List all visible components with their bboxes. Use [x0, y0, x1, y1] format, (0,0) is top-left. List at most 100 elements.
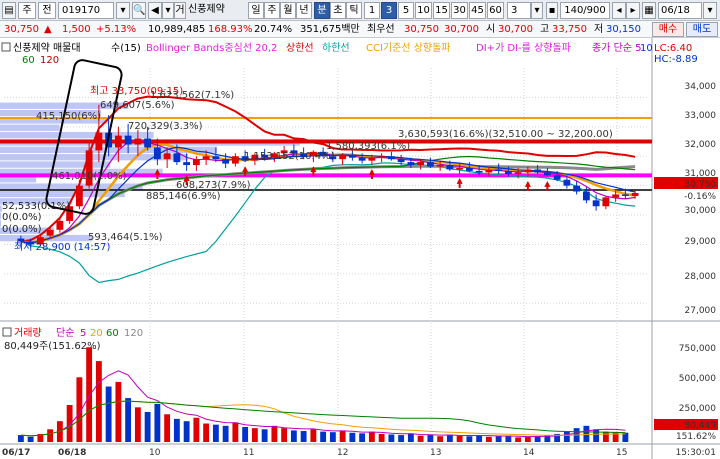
volume-bar — [563, 431, 570, 442]
candle-body — [95, 132, 103, 151]
period-tick-button[interactable]: 틱 — [346, 2, 362, 19]
interval-10-button[interactable]: 10 — [415, 2, 432, 19]
interval-value-input[interactable]: 3 — [507, 2, 531, 19]
interval-30-button[interactable]: 30 — [451, 2, 468, 19]
volume-bar — [27, 436, 34, 442]
calendar-icon[interactable]: ▦ — [642, 2, 656, 19]
volume-legend-title: 거래량 — [14, 327, 42, 339]
stock-chart[interactable]: 신풍제약 매물대 수(15) Bollinger Bands중심선 20,2 상… — [0, 38, 720, 459]
dropdown-arrow-icon[interactable]: ▾ — [116, 2, 130, 19]
volume-ma-line — [20, 400, 626, 437]
volume-bar — [427, 435, 434, 442]
legend-cci: CCI기준선 상향돌파 — [366, 42, 451, 54]
current-volume-pct: 151.62% — [676, 432, 716, 442]
volume-bar — [310, 429, 317, 442]
price-tick: 28,000 — [685, 272, 717, 282]
prev-dropdown-icon[interactable]: ▾ — [162, 2, 174, 19]
volume-bar — [86, 347, 93, 442]
high-label: 고 — [540, 24, 550, 35]
price-tick: 30,000 — [685, 206, 717, 216]
candle-body — [114, 135, 122, 148]
volume-bar — [47, 429, 54, 442]
volume-bar — [329, 432, 336, 442]
date-dropdown-icon[interactable]: ▾ — [703, 2, 717, 19]
high-price: 33,750 — [552, 24, 587, 35]
volume-bar — [232, 422, 239, 442]
interval-1-button[interactable]: 1 — [364, 2, 380, 19]
volume-legend-ma60: 60 — [106, 328, 119, 339]
chart-menu-icon[interactable]: ▤ — [2, 2, 16, 19]
legend-ma120: 120 — [40, 55, 59, 66]
period-year-button[interactable]: 년 — [296, 2, 312, 19]
legend-ma10: 10 — [640, 43, 653, 54]
date-input[interactable]: 06/18 — [658, 2, 702, 19]
current-volume-tag-text: 80,449 — [685, 421, 717, 431]
volume-bar — [437, 436, 444, 442]
period-day-button[interactable]: 일 — [248, 2, 264, 19]
mode-code-button[interactable]: 주 — [18, 2, 36, 19]
volume-tick: 750,000 — [679, 344, 716, 354]
volume-bar — [515, 437, 522, 442]
volume-axis: 750,000 500,000 250,000 80,449 151.62% — [654, 344, 718, 442]
prev-stock-icon[interactable]: ◀ — [148, 2, 162, 19]
candle-body — [397, 159, 405, 163]
interval-dropdown-icon[interactable]: ▾ — [531, 2, 543, 19]
turnover-rate: 20.74% — [254, 24, 293, 35]
data-count-field[interactable]: 140/900 — [560, 2, 610, 19]
candle-body — [183, 162, 191, 166]
time-label: 14 — [523, 448, 535, 458]
interval-60-button[interactable]: 60 — [487, 2, 504, 19]
next-page-icon[interactable]: ▸ — [626, 2, 640, 19]
candle-body — [417, 162, 425, 166]
volume-bar — [17, 435, 24, 442]
legend-upper: 상한선 — [286, 42, 314, 54]
low-label: 저 — [594, 24, 604, 35]
candle-body — [582, 191, 590, 201]
volume-bar — [95, 361, 102, 442]
candle-body — [524, 169, 532, 173]
low-price: 30,150 — [606, 24, 641, 35]
volume-bars — [17, 347, 629, 442]
volume-bar — [378, 433, 385, 442]
interval-15-button[interactable]: 15 — [433, 2, 450, 19]
stock-name: 신풍제약 — [188, 4, 225, 15]
volume-bar — [183, 421, 190, 442]
vp-label: 415,150(6%) — [36, 111, 101, 122]
buy-button[interactable]: 매수 — [652, 22, 684, 37]
legend-name: 신풍제약 매물대 — [13, 42, 81, 54]
interval-45-button[interactable]: 45 — [469, 2, 486, 19]
candle-body — [368, 157, 376, 161]
period-minute-button[interactable]: 분 — [314, 2, 330, 19]
toolbar: ▤ 주 전 019170 ▾ 🔍 ◀ ▾ 거 신풍제약 일 주 월 년 분 초 … — [0, 0, 720, 21]
period-second-button[interactable]: 초 — [330, 2, 346, 19]
candle-body — [534, 169, 542, 173]
sell-button[interactable]: 매도 — [686, 22, 718, 37]
view-type-button[interactable]: 전 — [38, 2, 56, 19]
candle-body — [378, 156, 386, 158]
legend-lower: 하한선 — [322, 41, 350, 54]
vp-label: 593,464(5.1%) — [88, 232, 163, 243]
volume-bar — [407, 433, 414, 442]
candle-body — [407, 162, 415, 166]
settings-small-icon[interactable]: ▪ — [546, 2, 558, 19]
vp-label: 649,607(5.6%) — [100, 100, 175, 111]
volume-legend-toggle-icon[interactable] — [2, 327, 12, 337]
current-price-tag-text: 30,750 — [685, 180, 717, 190]
code-input[interactable]: 019170 — [58, 2, 114, 19]
volume-value: 10,989,485 — [148, 24, 206, 35]
candle-body — [153, 147, 161, 160]
search-icon[interactable]: 🔍 — [132, 2, 146, 19]
interval-5-button[interactable]: 5 — [398, 2, 414, 19]
prev-page-icon[interactable]: ◂ — [612, 2, 626, 19]
period-month-button[interactable]: 월 — [280, 2, 296, 19]
candle-body — [592, 200, 600, 207]
volume-bar — [320, 431, 327, 442]
interval-3-button[interactable]: 3 — [381, 2, 397, 19]
volume-bar — [251, 428, 258, 442]
volume-bar — [212, 424, 219, 442]
volume-bar — [456, 435, 463, 442]
volume-bar — [534, 436, 541, 442]
volume-bar — [105, 386, 112, 442]
volume-bar — [193, 417, 200, 442]
period-week-button[interactable]: 주 — [264, 2, 280, 19]
